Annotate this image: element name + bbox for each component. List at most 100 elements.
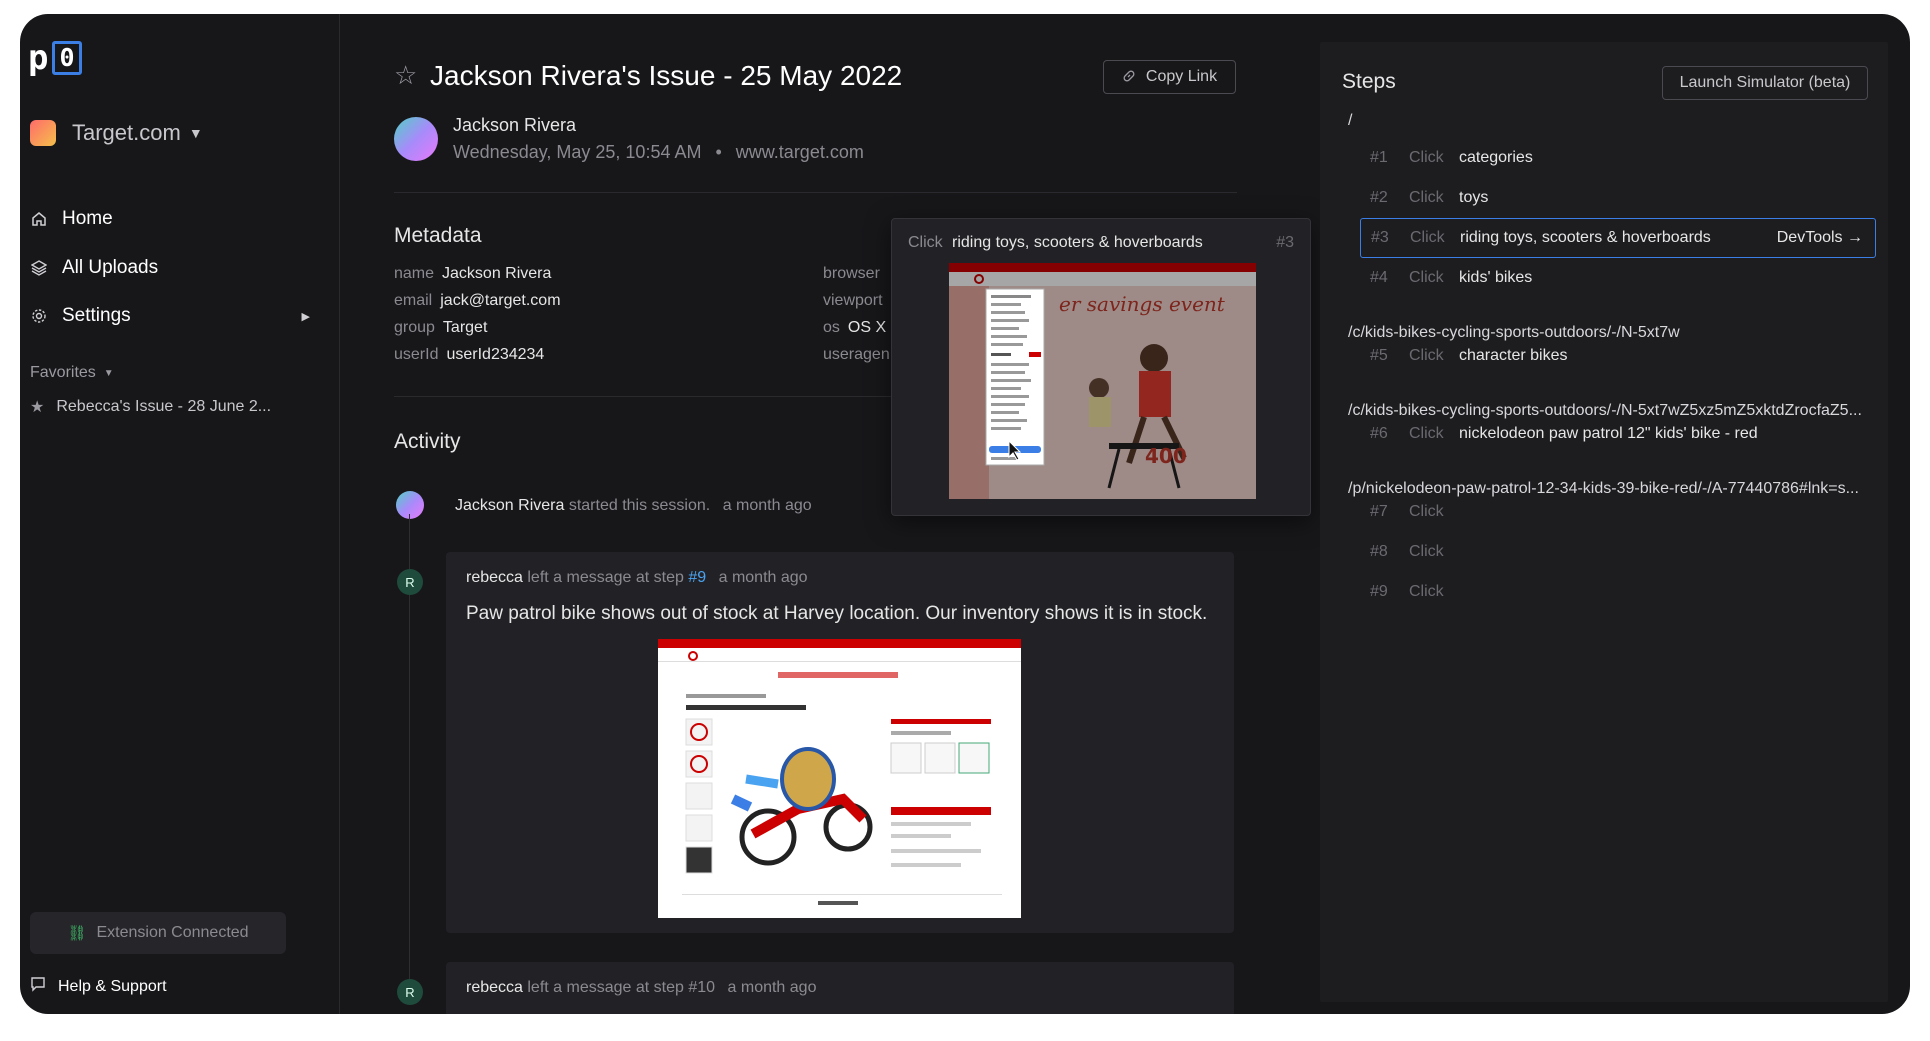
step-row[interactable]: #1 Click categories (1360, 138, 1876, 178)
sidebar-item-home[interactable]: Home (30, 205, 310, 233)
activity-text: started this session. (568, 497, 711, 514)
step-preview-popover: Click riding toys, scooters & hoverboard… (891, 218, 1311, 516)
step-number: #6 (1370, 425, 1388, 442)
avatar (394, 117, 438, 161)
message-step-link[interactable]: #10 (688, 979, 715, 996)
workspace-switcher[interactable]: Target.com ▼ (30, 118, 203, 148)
sidebar-item-label: Home (62, 208, 113, 229)
step-label: nickelodeon paw patrol 12" kids' bike - … (1459, 425, 1758, 442)
help-support-link[interactable]: Help & Support (30, 976, 167, 997)
step-action: Click (1409, 543, 1444, 560)
step-action: Click (1409, 269, 1444, 286)
step-action: Click (1409, 189, 1444, 206)
message-time: a month ago (727, 979, 817, 996)
step-label: categories (1459, 149, 1533, 166)
step-row[interactable]: #4 Click kids' bikes (1360, 258, 1876, 298)
message-text: left a message at step (527, 569, 684, 586)
step-row[interactable]: #6 Click nickelodeon paw patrol 12" kids… (1360, 414, 1876, 454)
metadata-row-os: os OS X (823, 319, 886, 337)
metadata-row-useragent: useragen (823, 346, 898, 364)
favorite-item-label: Rebecca's Issue - 28 June 2... (56, 398, 272, 415)
workspace-name: Target.com (72, 120, 181, 145)
step-row[interactable]: #9 Click (1360, 572, 1876, 612)
message-card: rebecca left a message at step #9 a mont… (446, 552, 1234, 933)
target-homepage-graphic: er savings event 400 (949, 263, 1256, 499)
metadata-row-group: group Target (394, 319, 487, 337)
chevron-down-icon: ▼ (188, 125, 203, 141)
preview-action: Click (908, 234, 943, 251)
metadata-row-email: email jack@target.com (394, 292, 561, 310)
sidebar-item-label: All Uploads (62, 257, 159, 278)
extension-status-button[interactable]: ⛓ Extension Connected (30, 912, 286, 954)
favorites-label: Favorites (30, 364, 96, 381)
link-icon: ⛓ (67, 925, 87, 942)
step-row-selected[interactable]: #3 Click riding toys, scooters & hoverbo… (1360, 218, 1876, 258)
metadata-key: userId (394, 346, 439, 363)
favorite-item[interactable]: ★ Rebecca's Issue - 28 June 2... (30, 397, 271, 417)
avatar: R (397, 569, 423, 595)
preview-screenshot: er savings event 400 (949, 263, 1256, 499)
copy-link-button[interactable]: Copy Link (1103, 60, 1236, 94)
activity-title: Activity (394, 430, 461, 453)
gear-icon (30, 307, 48, 325)
link-icon (1122, 69, 1136, 86)
favorites-header[interactable]: Favorites ▼ (30, 364, 114, 382)
step-action: Click (1409, 503, 1444, 520)
message-author[interactable]: rebecca (466, 979, 523, 996)
sidebar: p 0 Target.com ▼ Home All Uploads Settin… (20, 14, 340, 1014)
message-header: rebecca left a message at step #10 a mon… (466, 979, 816, 997)
launch-simulator-label: Launch Simulator (beta) (1679, 74, 1851, 91)
help-support-label: Help & Support (58, 977, 167, 995)
extension-status-label: Extension Connected (96, 924, 249, 941)
chevron-down-icon: ▼ (103, 367, 114, 379)
message-header: rebecca left a message at step #9 a mont… (466, 569, 808, 587)
step-row[interactable]: #8 Click (1360, 532, 1876, 572)
metadata-row-viewport: viewport (823, 292, 891, 310)
metadata-key: group (394, 319, 435, 336)
workspace-icon (30, 120, 56, 146)
sidebar-item-all-uploads[interactable]: All Uploads (30, 254, 310, 282)
divider (394, 396, 914, 397)
message-author[interactable]: rebecca (466, 569, 523, 586)
sidebar-item-label: Settings (62, 305, 131, 326)
avatar (396, 491, 424, 519)
step-action: Click (1410, 229, 1445, 246)
reporter-name: Jackson Rivera (453, 115, 577, 135)
metadata-key: viewport (823, 292, 883, 309)
step-action: Click (1409, 583, 1444, 600)
home-icon (30, 210, 48, 228)
activity-session-event: Jackson Rivera started this session. a m… (455, 497, 812, 515)
metadata-row-userid: userId userId234234 (394, 346, 544, 364)
message-time: a month ago (718, 569, 808, 586)
activity-time: a month ago (722, 497, 812, 514)
favorite-star-icon[interactable]: ☆ (394, 60, 417, 91)
message-text: left a message at step (527, 979, 684, 996)
steps-panel: Steps Launch Simulator (beta) / #1 Click… (1320, 42, 1888, 1002)
sidebar-item-settings[interactable]: Settings ▶ (30, 302, 310, 330)
divider (394, 192, 1237, 193)
step-row[interactable]: #2 Click toys (1360, 178, 1876, 218)
step-label: character bikes (1459, 347, 1568, 364)
step-row[interactable]: #5 Click character bikes (1360, 336, 1876, 376)
reporter-meta: Wednesday, May 25, 10:54 AM • www.target.c… (453, 142, 864, 163)
preview-label: riding toys, scooters & hoverboards (952, 234, 1203, 251)
message-step-link[interactable]: #9 (688, 569, 706, 586)
step-label: kids' bikes (1459, 269, 1533, 286)
metadata-row-name: name Jackson Rivera (394, 265, 551, 283)
step-number: #1 (1370, 149, 1388, 166)
launch-simulator-button[interactable]: Launch Simulator (beta) (1662, 66, 1868, 100)
step-number: #4 (1370, 269, 1388, 286)
devtools-link[interactable]: DevTools → (1777, 229, 1875, 247)
star-icon: ★ (30, 399, 45, 416)
step-action: Click (1409, 347, 1444, 364)
step-row[interactable]: #7 Click (1360, 492, 1876, 532)
step-action: Click (1409, 425, 1444, 442)
session-site: www.target.com (735, 142, 864, 162)
metadata-key: os (823, 319, 840, 336)
app-logo[interactable]: p 0 (28, 40, 84, 76)
product-page-graphic (682, 672, 1002, 905)
step-number: #7 (1370, 503, 1388, 520)
separator-dot: • (715, 142, 722, 162)
activity-user[interactable]: Jackson Rivera (455, 497, 564, 514)
message-screenshot[interactable] (658, 639, 1021, 918)
